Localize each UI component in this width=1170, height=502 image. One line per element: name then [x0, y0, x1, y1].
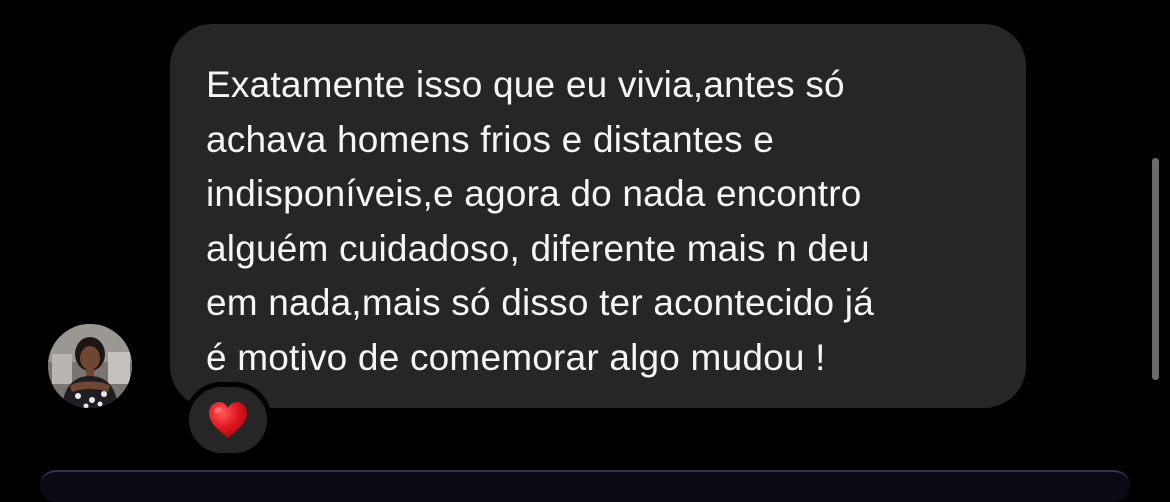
- message-reaction[interactable]: [184, 382, 272, 458]
- chat-thread: Exatamente isso que eu vivia,antes só ac…: [0, 0, 1170, 502]
- received-message-bubble[interactable]: Exatamente isso que eu vivia,antes só ac…: [170, 24, 1026, 408]
- red-heart-icon: [209, 402, 247, 438]
- message-composer[interactable]: [40, 470, 1130, 502]
- scrollbar[interactable]: [1152, 158, 1159, 380]
- profile-photo-icon: [48, 324, 132, 408]
- sender-avatar[interactable]: [48, 324, 132, 408]
- message-text: Exatamente isso que eu vivia,antes só ac…: [206, 64, 874, 378]
